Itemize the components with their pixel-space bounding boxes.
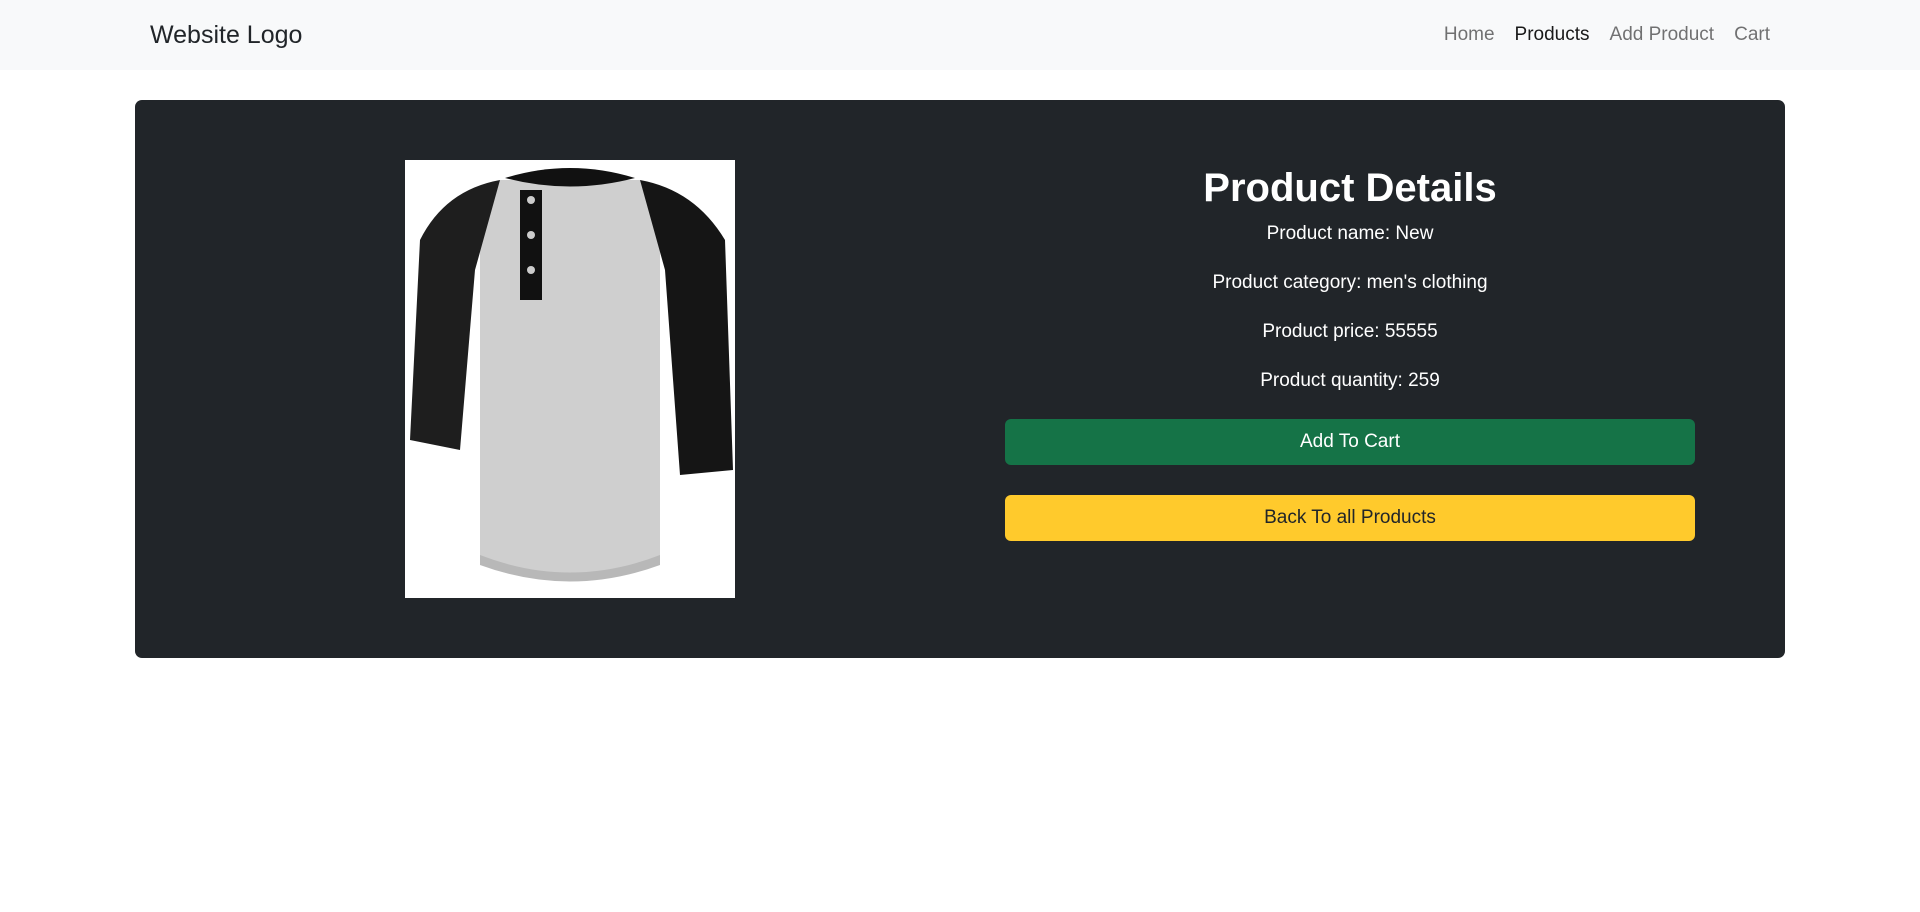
product-card: Product Details Product name: New Produc…: [135, 100, 1785, 658]
add-to-cart-button[interactable]: Add To Cart: [1005, 419, 1695, 465]
back-to-products-button[interactable]: Back To all Products: [1005, 495, 1695, 541]
nav-links: Home Products Add Product Cart: [1444, 24, 1770, 46]
product-category: Product category: men's clothing: [1212, 272, 1488, 293]
shirt-image: [410, 168, 733, 582]
navbar: Website Logo Home Products Add Product C…: [0, 0, 1920, 70]
nav-link-products[interactable]: Products: [1515, 24, 1590, 45]
product-name: Product name: New: [1266, 223, 1434, 244]
product-quantity: Product quantity: 259: [1260, 370, 1440, 391]
nav-link-home[interactable]: Home: [1444, 24, 1495, 45]
website-logo[interactable]: Website Logo: [150, 21, 302, 50]
product-price: Product price: 55555: [1262, 321, 1438, 342]
nav-link-cart[interactable]: Cart: [1734, 24, 1770, 45]
product-details: Product Details Product name: New Produc…: [1005, 160, 1695, 541]
page-title: Product Details: [1203, 166, 1497, 210]
product-image: [405, 160, 735, 598]
nav-link-add-product[interactable]: Add Product: [1610, 24, 1715, 45]
